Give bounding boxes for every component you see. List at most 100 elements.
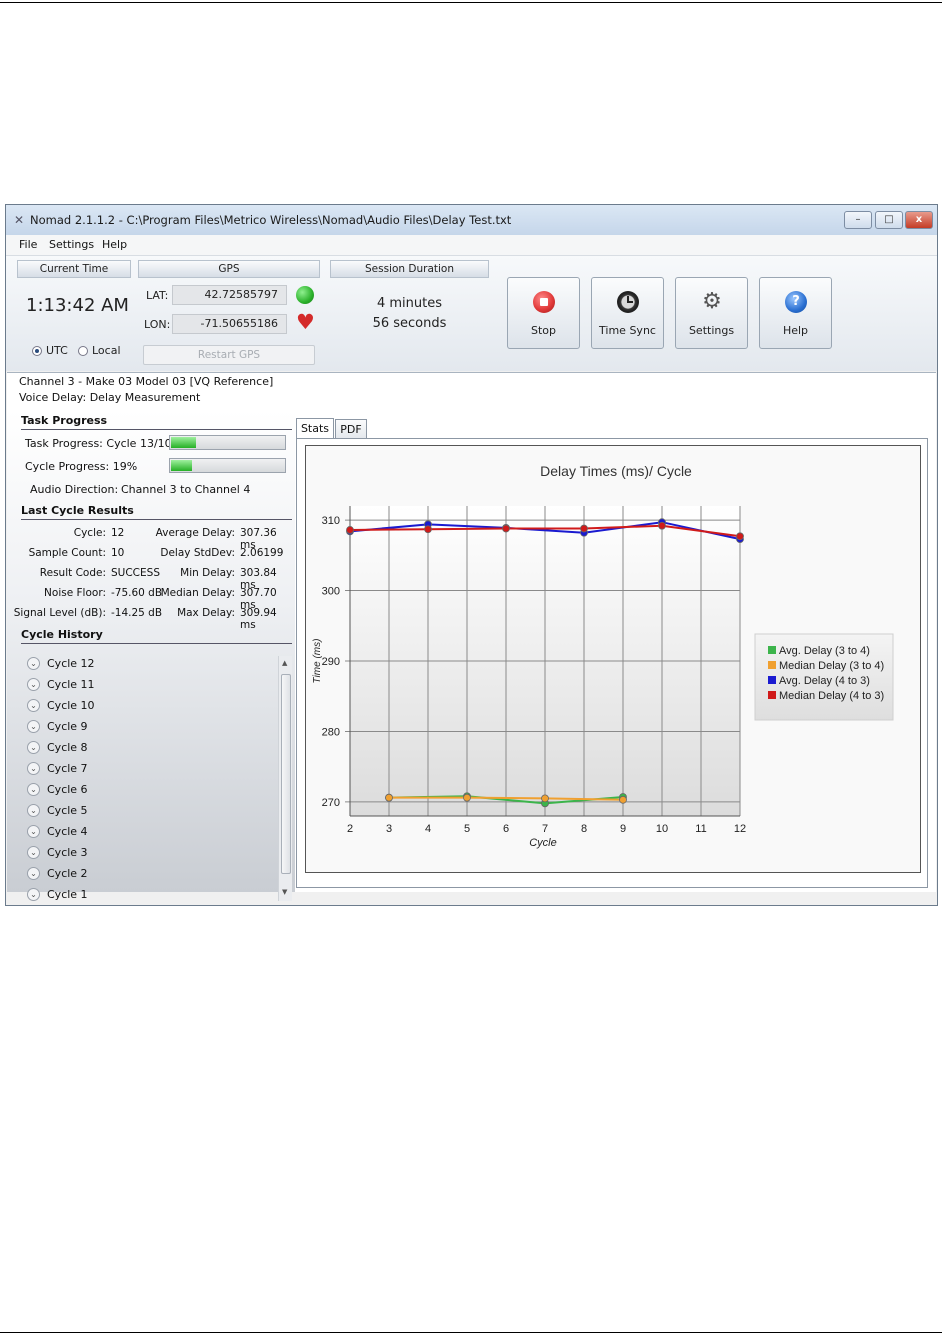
help-button[interactable]: ? Help xyxy=(759,277,832,349)
lat-label: LAT: xyxy=(146,289,169,302)
x-tick-label: 2 xyxy=(347,823,353,835)
lon-field: -71.50655186 xyxy=(172,314,287,334)
menu-settings[interactable]: Settings xyxy=(49,238,94,251)
page-bottom-rule xyxy=(0,1332,942,1333)
data-point xyxy=(424,525,432,534)
cycle-history-list[interactable]: ⌄ Cycle 12 ⌄ Cycle 11 ⌄ Cycle 10 ⌄ Cycle 9 ⌄… xyxy=(21,656,292,901)
x-tick-label: 10 xyxy=(656,823,668,835)
cycle-history-item-label: Cycle 6 xyxy=(47,783,88,796)
chart-panel: Delay Times (ms)/ Cycle Cycle Time (ms) … xyxy=(296,438,928,888)
cycle-history-item-label: Cycle 2 xyxy=(47,867,88,880)
chevron-down-icon[interactable]: ⌄ xyxy=(27,888,40,901)
time-sync-button[interactable]: Time Sync xyxy=(591,277,664,349)
y-tick-label: 280 xyxy=(322,726,340,738)
channel-title: Channel 3 - Make 03 Model 03 [VQ Referen… xyxy=(19,375,274,388)
legend-entry: Avg. Delay (4 to 3) xyxy=(779,675,870,687)
result-code-label: Result Code: xyxy=(39,567,106,579)
session-duration-seconds: 56 seconds xyxy=(372,316,447,331)
chevron-down-icon[interactable]: ⌄ xyxy=(27,783,40,796)
last-cycle-header: Last Cycle Results xyxy=(21,504,134,517)
chart-title: Delay Times (ms)/ Cycle xyxy=(540,463,692,479)
tab-pdf[interactable]: PDF xyxy=(335,419,367,439)
chevron-down-icon[interactable]: ⌄ xyxy=(27,741,40,754)
session-duration-header: Session Duration xyxy=(330,260,489,278)
cycle-history-item-label: Cycle 10 xyxy=(47,699,95,712)
chevron-down-icon[interactable]: ⌄ xyxy=(27,762,40,775)
x-tick-label: 8 xyxy=(581,823,587,835)
menu-help[interactable]: Help xyxy=(102,238,127,251)
cycle-history-item-label: Cycle 4 xyxy=(47,825,88,838)
local-label: Local xyxy=(92,344,121,357)
audio-direction-value: Channel 3 to Channel 4 xyxy=(121,483,251,496)
main-content: Channel 3 - Make 03 Model 03 [VQ Referen… xyxy=(7,372,936,901)
minimize-button[interactable]: – xyxy=(844,211,872,229)
heart-icon: ♥ xyxy=(296,310,315,334)
chevron-down-icon[interactable]: ⌄ xyxy=(27,825,40,838)
data-point xyxy=(385,793,393,802)
current-time-header: Current Time xyxy=(17,260,131,278)
window-title: Nomad 2.1.1.2 - C:\Program Files\Metrico… xyxy=(30,213,512,227)
utc-label: UTC xyxy=(46,344,68,357)
cycle-label: Cycle: xyxy=(73,527,106,539)
chevron-down-icon[interactable]: ⌄ xyxy=(27,846,40,859)
title-bar[interactable]: ✕ Nomad 2.1.1.2 - C:\Program Files\Metri… xyxy=(6,205,937,235)
session-duration-minutes: 4 minutes xyxy=(376,296,443,311)
chevron-down-icon[interactable]: ⌄ xyxy=(27,699,40,712)
x-tick-label: 9 xyxy=(620,823,626,835)
tab-stats[interactable]: Stats xyxy=(296,418,334,439)
task-progress-fill xyxy=(171,437,196,448)
max-delay-value: 309.94 ms xyxy=(240,607,277,631)
max-delay-label: Max Delay: xyxy=(177,607,235,619)
toolbar: Current Time 1:13:42 AM UTC Local GPS LA… xyxy=(6,256,937,371)
left-panel: Task Progress Task Progress: Cycle 13/10… xyxy=(7,410,295,901)
legend-entry: Median Delay (3 to 4) xyxy=(779,660,884,672)
y-tick-label: 300 xyxy=(322,586,340,598)
gps-header: GPS xyxy=(138,260,320,278)
chart-frame: Delay Times (ms)/ Cycle Cycle Time (ms) … xyxy=(305,445,921,873)
utc-radio[interactable] xyxy=(32,346,42,356)
gps-status-indicator xyxy=(296,286,314,304)
chevron-down-icon[interactable]: ⌄ xyxy=(27,804,40,817)
cycle-history-item-label: Cycle 12 xyxy=(47,657,95,670)
x-tick-label: 3 xyxy=(386,823,392,835)
legend-entry: Avg. Delay (3 to 4) xyxy=(779,645,870,657)
data-point xyxy=(736,532,744,541)
y-tick-label: 310 xyxy=(322,515,340,527)
chevron-down-icon[interactable]: ⌄ xyxy=(27,678,40,691)
chevron-down-icon[interactable]: ⌄ xyxy=(27,657,40,670)
settings-button[interactable]: ⚙ Settings xyxy=(675,277,748,349)
cycle-history-item-label: Cycle 7 xyxy=(47,762,88,775)
stop-button[interactable]: Stop xyxy=(507,277,580,349)
cycle-progress-bar xyxy=(169,458,286,473)
x-tick-label: 5 xyxy=(464,823,470,835)
scrollbar-thumb[interactable] xyxy=(281,674,291,874)
help-button-label: Help xyxy=(782,324,809,337)
chevron-down-icon[interactable]: ⌄ xyxy=(27,867,40,880)
sample-count-value: 10 xyxy=(111,547,125,559)
x-axis-label: Cycle xyxy=(529,837,557,849)
scroll-up-icon[interactable]: ▲ xyxy=(282,659,287,667)
chevron-down-icon[interactable]: ⌄ xyxy=(27,720,40,733)
delay-stddev-label: Delay StdDev: xyxy=(160,547,235,559)
restart-gps-button[interactable]: Restart GPS xyxy=(143,345,315,365)
y-tick-label: 290 xyxy=(322,656,340,668)
cycle-history-item-label: Cycle 1 xyxy=(47,888,88,901)
cycle-history-item-label: Cycle 5 xyxy=(47,804,88,817)
legend-swatch xyxy=(768,676,776,684)
audio-direction-label: Audio Direction: xyxy=(30,483,119,496)
app-window: ✕ Nomad 2.1.1.2 - C:\Program Files\Metri… xyxy=(5,204,938,906)
local-radio[interactable] xyxy=(78,346,88,356)
close-button[interactable]: x xyxy=(905,211,933,229)
data-point xyxy=(463,793,471,802)
menu-file[interactable]: File xyxy=(19,238,37,251)
maximize-button[interactable]: □ xyxy=(875,211,903,229)
scroll-down-icon[interactable]: ▼ xyxy=(282,888,287,896)
x-tick-label: 4 xyxy=(425,823,431,835)
legend-swatch xyxy=(768,646,776,654)
legend-swatch xyxy=(768,661,776,669)
task-progress-bar xyxy=(169,435,286,450)
noise-floor-label: Noise Floor: xyxy=(44,587,106,599)
cycle-history-header: Cycle History xyxy=(21,628,103,641)
y-tick-label: 270 xyxy=(322,797,340,809)
cycle-history-scrollbar[interactable]: ▲ ▼ xyxy=(278,656,292,901)
